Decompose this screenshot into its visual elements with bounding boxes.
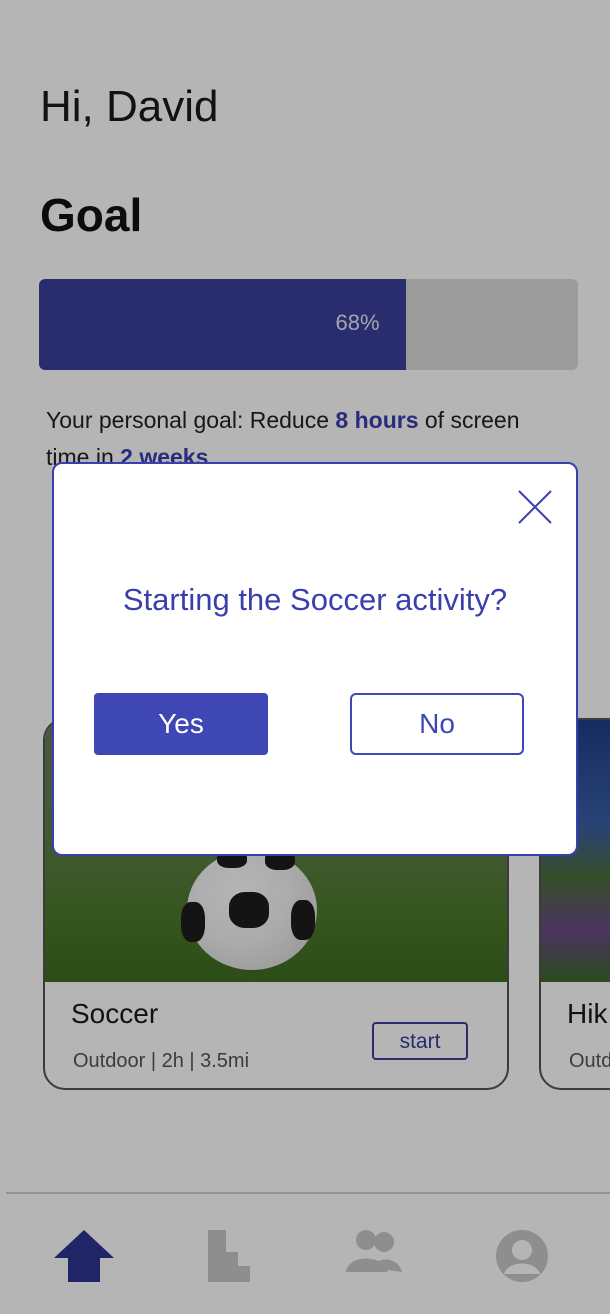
close-icon[interactable] (516, 488, 554, 526)
yes-button[interactable]: Yes (94, 693, 268, 755)
confirm-activity-dialog: Starting the Soccer activity? Yes No (52, 462, 578, 856)
no-button[interactable]: No (350, 693, 524, 755)
modal-question: Starting the Soccer activity? (122, 582, 508, 617)
